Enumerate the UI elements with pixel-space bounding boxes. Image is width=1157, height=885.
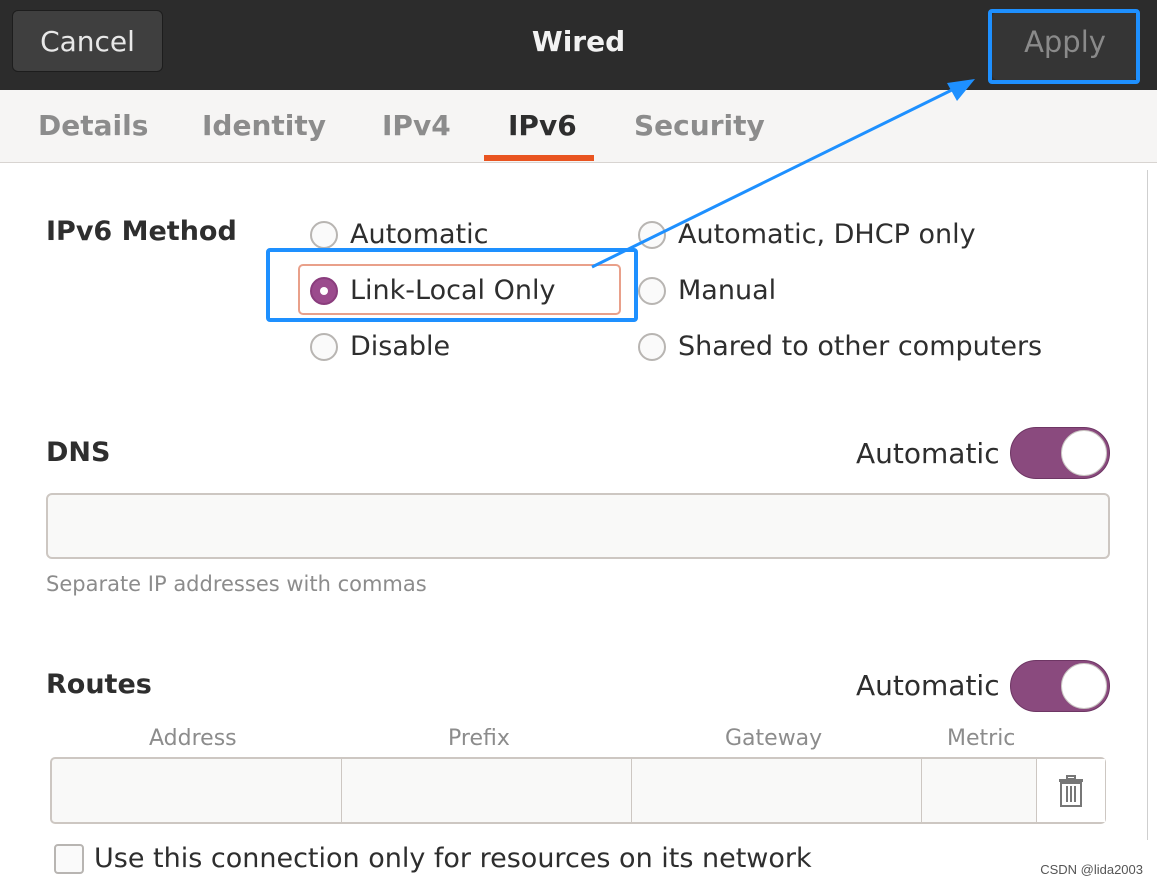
dns-entry[interactable] — [46, 493, 1110, 559]
radio-link-local-only[interactable]: Link-Local Only — [310, 275, 555, 306]
trash-icon — [1059, 774, 1083, 807]
column-header-gateway: Gateway — [725, 726, 823, 751]
routes-label: Routes — [46, 669, 152, 700]
dns-hint: Separate IP addresses with commas — [46, 572, 427, 596]
radio-label: Automatic, DHCP only — [678, 219, 976, 250]
column-header-address: Address — [149, 726, 237, 751]
radio-indicator[interactable] — [638, 332, 666, 361]
radio-manual[interactable]: Manual — [638, 275, 776, 306]
radio-indicator-checked[interactable] — [310, 276, 338, 305]
header-bar: Cancel Wired Apply — [0, 0, 1157, 90]
dialog-title: Wired — [531, 25, 626, 58]
tab-identity[interactable]: Identity — [202, 90, 326, 162]
route-gateway-entry[interactable] — [631, 757, 921, 824]
dns-automatic-switch[interactable] — [1010, 427, 1110, 479]
radio-automatic-dhcp-only[interactable]: Automatic, DHCP only — [638, 219, 976, 250]
ipv6-method-label: IPv6 Method — [46, 216, 237, 247]
switch-knob — [1061, 430, 1107, 476]
radio-label: Automatic — [350, 219, 489, 250]
radio-indicator[interactable] — [638, 220, 666, 249]
radio-automatic[interactable]: Automatic — [310, 219, 488, 250]
only-resources-checkbox-row[interactable]: Use this connection only for resources o… — [54, 843, 812, 874]
active-tab-indicator — [484, 155, 594, 161]
routes-automatic-switch[interactable] — [1010, 660, 1110, 712]
route-address-entry[interactable] — [52, 757, 341, 824]
tab-ipv6[interactable]: IPv6 — [508, 90, 577, 162]
route-metric-entry[interactable] — [921, 757, 1036, 824]
radio-label: Disable — [350, 331, 451, 362]
tab-ipv4[interactable]: IPv4 — [382, 90, 451, 162]
column-header-metric: Metric — [947, 726, 1016, 751]
radio-label: Shared to other computers — [678, 331, 1043, 362]
only-resources-checkbox[interactable] — [54, 843, 84, 874]
apply-button[interactable]: Apply — [992, 12, 1138, 80]
radio-indicator[interactable] — [310, 220, 338, 249]
radio-label: Manual — [678, 275, 777, 306]
tab-details[interactable]: Details — [38, 90, 148, 162]
route-prefix-entry[interactable] — [341, 757, 631, 824]
dns-automatic-label: Automatic — [856, 437, 1000, 470]
tab-bar: Details Identity IPv4 IPv6 Security — [0, 90, 1157, 163]
radio-indicator[interactable] — [638, 276, 666, 305]
radio-label: Link-Local Only — [350, 275, 556, 306]
radio-indicator[interactable] — [310, 332, 338, 361]
watermark: CSDN @lida2003 — [1040, 862, 1143, 877]
routes-automatic-label: Automatic — [856, 669, 1000, 702]
column-header-prefix: Prefix — [448, 726, 510, 751]
radio-shared-to-other-computers[interactable]: Shared to other computers — [638, 331, 1042, 362]
only-resources-label: Use this connection only for resources o… — [94, 843, 812, 874]
scrollbar[interactable] — [1147, 170, 1157, 840]
radio-disable[interactable]: Disable — [310, 331, 450, 362]
tab-security[interactable]: Security — [634, 90, 765, 162]
delete-route-button[interactable] — [1036, 759, 1105, 822]
switch-knob — [1061, 663, 1107, 709]
dns-label: DNS — [46, 437, 111, 468]
